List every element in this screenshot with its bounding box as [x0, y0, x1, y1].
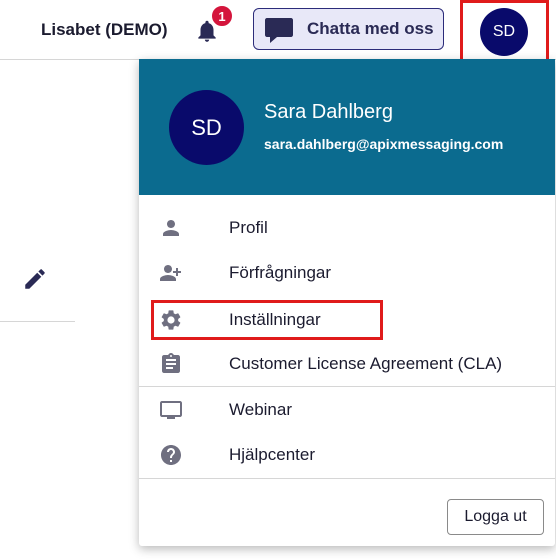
- top-bar: Lisabet (DEMO) 1 Chatta med oss SD: [0, 0, 556, 62]
- logout-button[interactable]: Logga ut: [447, 499, 544, 535]
- menu-item-forfragningar[interactable]: Förfrågningar: [139, 251, 555, 295]
- notification-badge: 1: [210, 4, 234, 28]
- menu-item-profil[interactable]: Profil: [139, 206, 555, 250]
- content-divider: [0, 321, 75, 322]
- menu-item-label: Profil: [229, 218, 268, 237]
- menu-divider: [139, 478, 555, 479]
- user-dropdown-menu: SD Sara Dahlberg sara.dahlberg@apixmessa…: [139, 59, 555, 546]
- menu-item-label: Förfrågningar: [229, 263, 332, 282]
- menu-item-label: Webinar: [229, 400, 292, 419]
- organization-name[interactable]: Lisabet (DEMO): [41, 20, 168, 40]
- user-avatar-large: SD: [169, 90, 244, 165]
- user-name: Sara Dahlberg: [264, 101, 393, 123]
- menu-divider: [139, 386, 555, 387]
- chat-bubble-icon: [265, 18, 293, 43]
- menu-item-webinar[interactable]: Webinar: [139, 388, 555, 432]
- user-email: sara.dahlberg@apixmessaging.com: [264, 136, 504, 152]
- user-avatar-button[interactable]: SD: [480, 8, 528, 56]
- menu-item-label: Hjälpcenter: [229, 445, 315, 464]
- chat-with-us-button[interactable]: Chatta med oss: [253, 8, 444, 50]
- help-icon: [161, 445, 181, 465]
- person-icon: [163, 220, 179, 236]
- pencil-edit-icon[interactable]: [22, 266, 48, 292]
- person-add-icon: [160, 265, 181, 281]
- menu-item-cla[interactable]: Customer License Agreement (CLA): [139, 342, 555, 386]
- menu-item-label: Customer License Agreement (CLA): [229, 354, 503, 373]
- settings-highlight-box: [151, 300, 383, 340]
- monitor-icon: [160, 401, 182, 419]
- clipboard-icon: [162, 353, 180, 373]
- menu-item-hjalpcenter[interactable]: Hjälpcenter: [139, 433, 555, 477]
- user-info-header: SD Sara Dahlberg sara.dahlberg@apixmessa…: [139, 59, 555, 195]
- chat-button-label: Chatta med oss: [307, 19, 434, 38]
